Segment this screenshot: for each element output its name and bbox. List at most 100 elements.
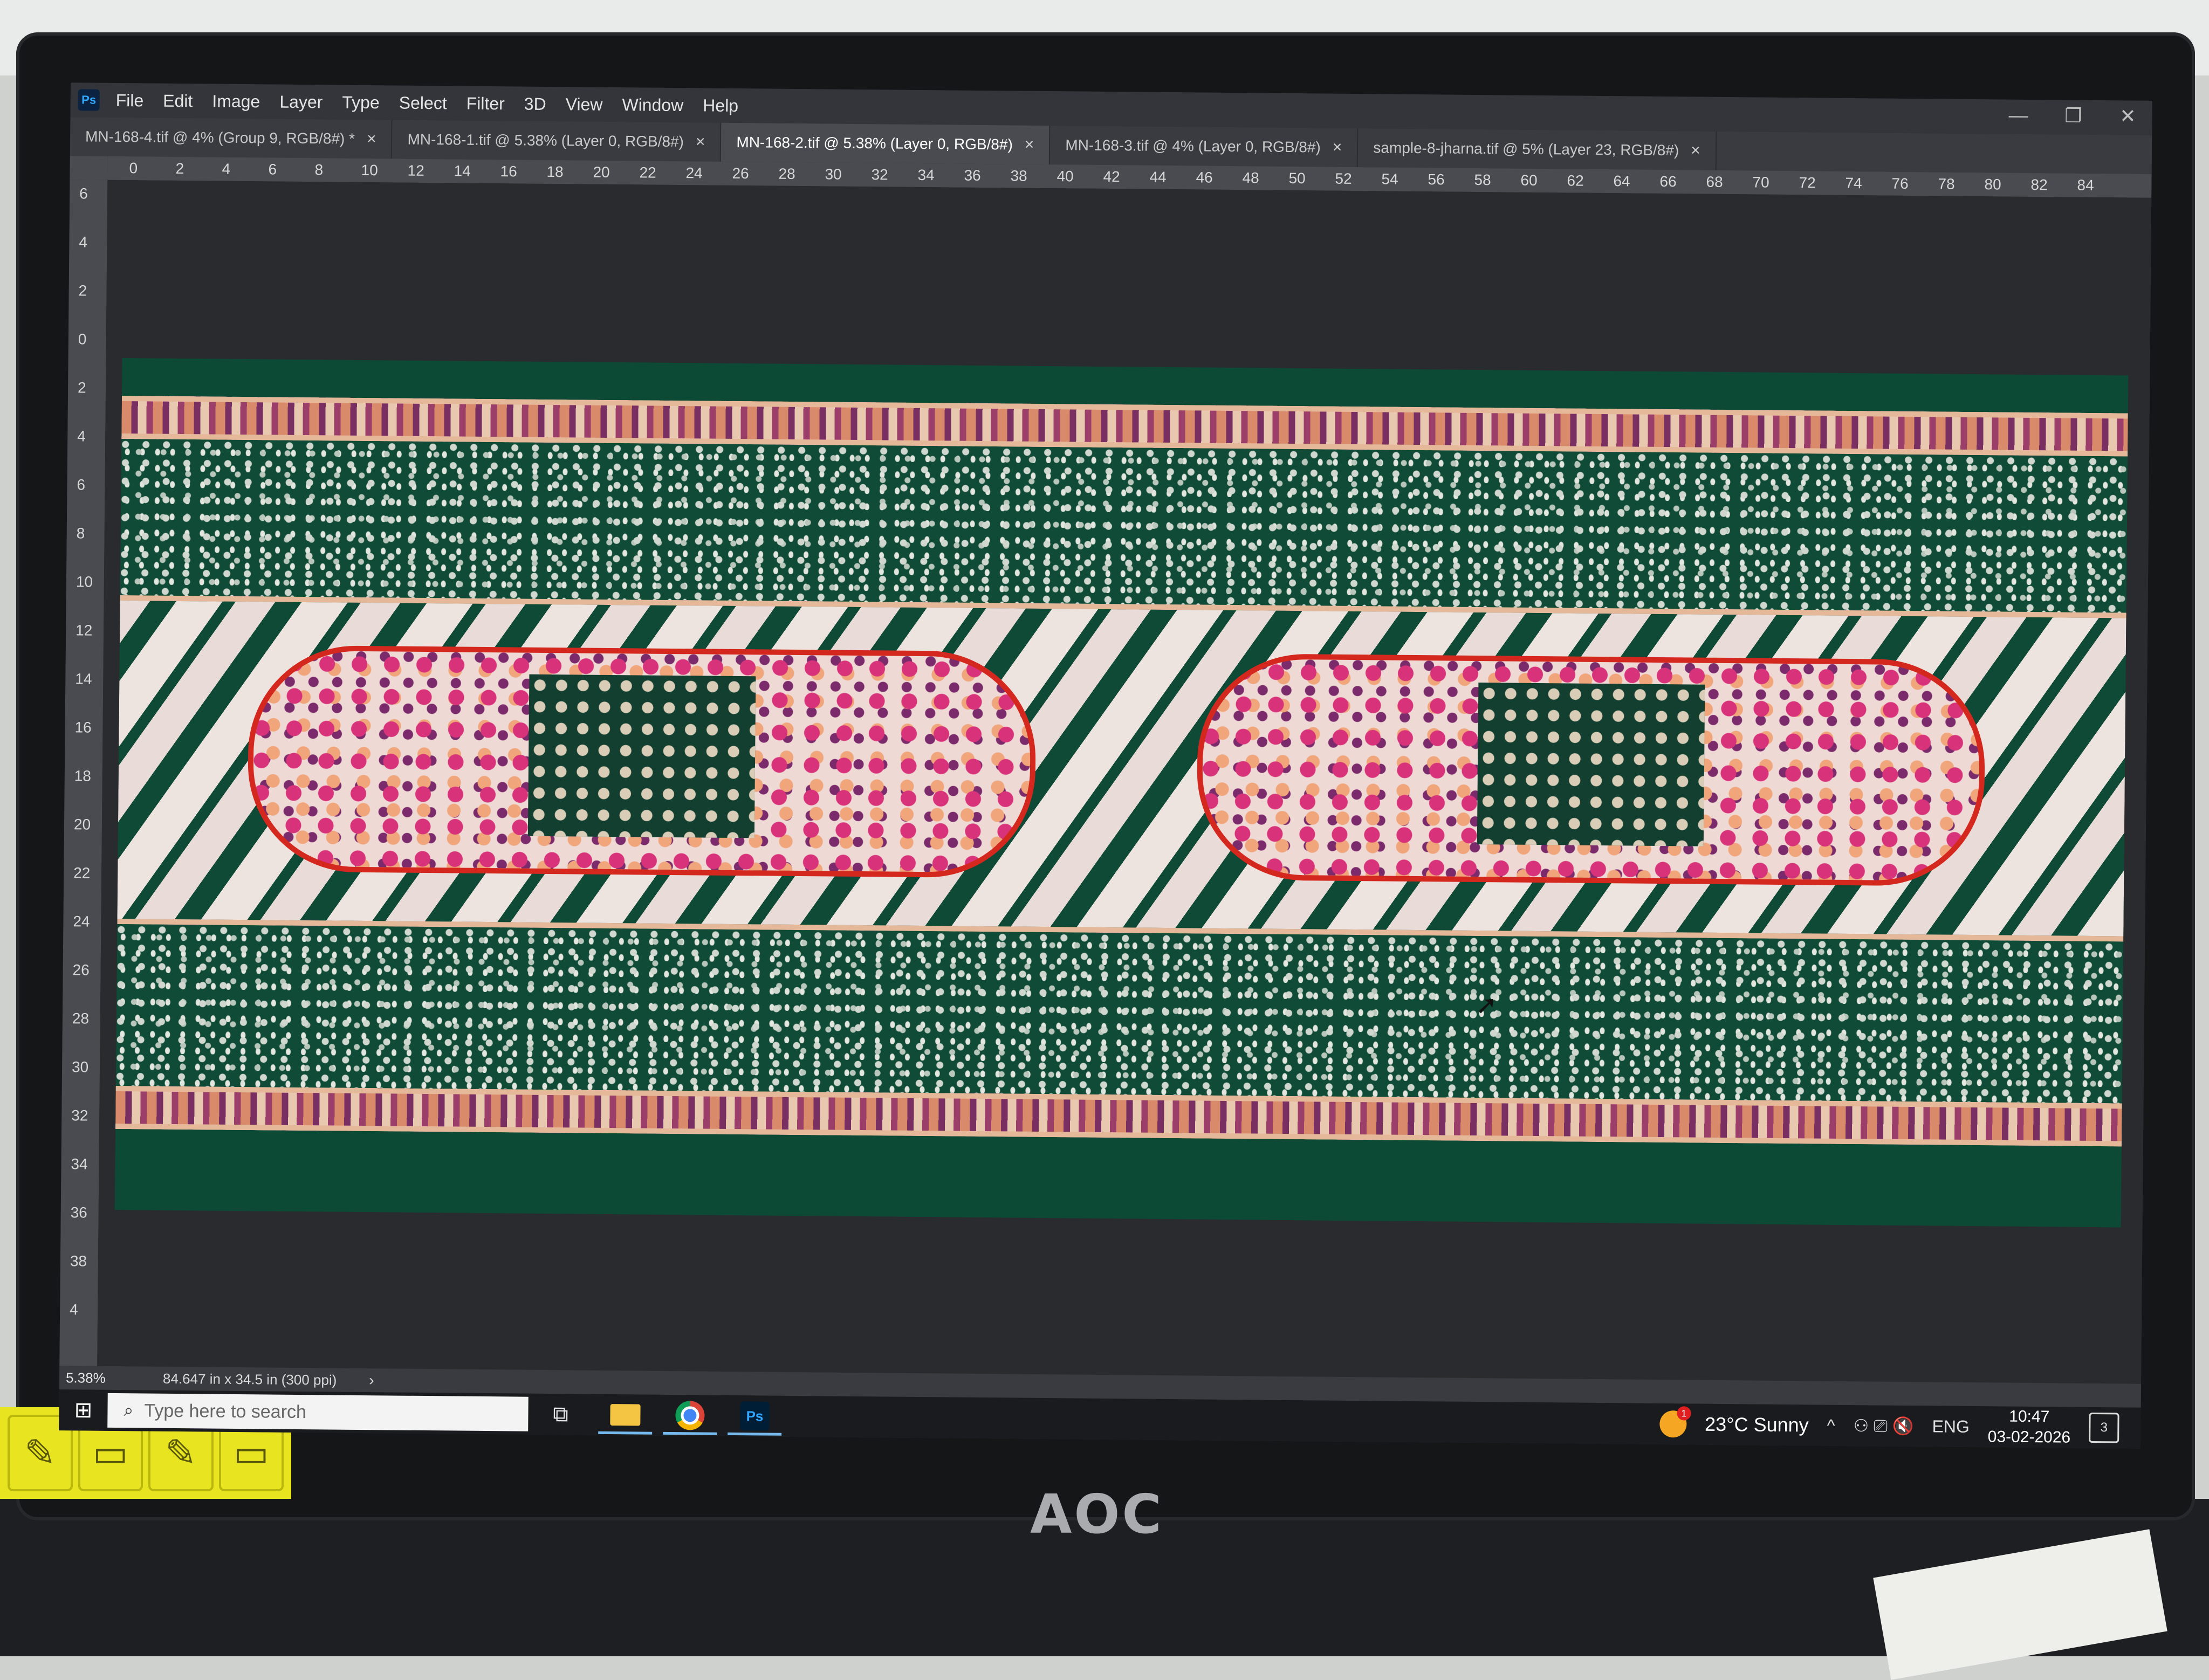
ruler-tick-label: 76 bbox=[1891, 175, 1909, 192]
ruler-tick-label: 74 bbox=[1845, 174, 1862, 192]
weather-sun-icon[interactable]: 1 bbox=[1659, 1406, 1691, 1438]
ruler-tick-label: 2 bbox=[78, 282, 87, 299]
ruler-tick-label: 62 bbox=[1567, 172, 1584, 189]
file-explorer-button[interactable] bbox=[593, 1394, 658, 1436]
ruler-tick-label: 72 bbox=[1799, 174, 1816, 191]
clock-time: 10:47 bbox=[2009, 1407, 2050, 1426]
ruler-tick-label: 4 bbox=[77, 428, 86, 445]
ruler-tick-label: 14 bbox=[75, 670, 92, 687]
windows-start-icon[interactable]: ⊞ bbox=[59, 1389, 108, 1431]
ruler-tick-label: 12 bbox=[407, 162, 424, 179]
tray-chevron-icon[interactable]: ^ bbox=[1827, 1415, 1835, 1435]
zoom-level[interactable]: 5.38% bbox=[59, 1369, 141, 1387]
menu-image[interactable]: Image bbox=[212, 91, 260, 112]
ruler-tick-label: 20 bbox=[593, 163, 610, 181]
tray-status-icons[interactable]: ⚇ ⎚ 🔇 bbox=[1853, 1415, 1913, 1437]
ruler-tick-label: 80 bbox=[1984, 176, 2001, 193]
clock[interactable]: 10:47 03-02-2026 bbox=[1988, 1406, 2071, 1448]
task-view-icon: ⧉ bbox=[552, 1402, 568, 1426]
menu-file[interactable]: File bbox=[116, 90, 144, 110]
menu-edit[interactable]: Edit bbox=[163, 91, 193, 111]
ruler-tick-label: 56 bbox=[1428, 171, 1445, 188]
ruler-tick-label: 8 bbox=[314, 161, 324, 178]
photoshop-taskbar-button[interactable]: Ps bbox=[722, 1395, 787, 1437]
document-canvas[interactable]: ➚ bbox=[114, 358, 2129, 1228]
ruler-tick-label: 60 bbox=[1520, 171, 1538, 189]
menu-layer[interactable]: Layer bbox=[279, 92, 323, 112]
bottom-green-margin bbox=[114, 1129, 2122, 1228]
ruler-tick-label: 50 bbox=[1288, 169, 1306, 187]
tab-mn-168-1[interactable]: MN-168-1.tif @ 5.38% (Layer 0, RGB/8#) × bbox=[392, 120, 722, 162]
menu-window[interactable]: Window bbox=[622, 95, 683, 115]
photoshop-logo-icon: Ps bbox=[78, 89, 100, 111]
tab-mn-168-2[interactable]: MN-168-2.tif @ 5.38% (Layer 0, RGB/8#) × bbox=[721, 122, 1051, 165]
ruler-tick-label: 18 bbox=[546, 163, 564, 181]
ruler-tick-label: 16 bbox=[74, 719, 92, 736]
bottom-floral-band bbox=[115, 924, 2124, 1104]
close-tab-icon[interactable]: × bbox=[367, 130, 376, 148]
menu-type[interactable]: Type bbox=[342, 92, 380, 113]
tab-label: MN-168-4.tif @ 4% (Group 9, RGB/8#) * bbox=[85, 128, 355, 147]
clock-date: 03-02-2026 bbox=[1987, 1428, 2071, 1447]
menu-help[interactable]: Help bbox=[703, 95, 738, 116]
task-view-button[interactable]: ⧉ bbox=[528, 1394, 593, 1435]
ruler-tick-label: 70 bbox=[1752, 174, 1769, 191]
ruler-tick-label: 36 bbox=[964, 167, 981, 184]
ruler-tick-label: 0 bbox=[78, 331, 87, 348]
menu-view[interactable]: View bbox=[566, 94, 603, 115]
diagonal-stripe-band bbox=[117, 601, 2126, 937]
ruler-tick-label: 42 bbox=[1103, 168, 1120, 185]
right-medallion-core bbox=[1477, 683, 1705, 846]
ruler-tick-label: 2 bbox=[77, 379, 86, 396]
tab-mn-168-4[interactable]: MN-168-4.tif @ 4% (Group 9, RGB/8#) * × bbox=[70, 117, 393, 159]
close-tab-icon[interactable]: × bbox=[696, 133, 705, 151]
ruler-tick-label: 34 bbox=[917, 166, 935, 184]
ruler-tick-label: 22 bbox=[73, 864, 91, 882]
ruler-tick-label: 6 bbox=[268, 161, 277, 178]
weather-text[interactable]: 23°C Sunny bbox=[1705, 1413, 1809, 1437]
tab-label: sample-8-jharna.tif @ 5% (Layer 23, RGB/… bbox=[1373, 139, 1679, 159]
search-placeholder: Type here to search bbox=[144, 1400, 307, 1422]
menu-3d[interactable]: 3D bbox=[524, 94, 546, 114]
document-info: 84.647 in x 34.5 in (300 ppi) bbox=[162, 1370, 337, 1388]
chrome-button[interactable] bbox=[657, 1395, 723, 1436]
tab-sample-8-jharna[interactable]: sample-8-jharna.tif @ 5% (Layer 23, RGB/… bbox=[1358, 128, 1717, 170]
ruler-tick-label: 38 bbox=[1010, 167, 1027, 184]
menu-filter[interactable]: Filter bbox=[467, 93, 505, 114]
weather-badge: 1 bbox=[1677, 1406, 1691, 1421]
ruler-tick-label: 16 bbox=[500, 163, 517, 180]
left-medallion-core bbox=[527, 674, 756, 838]
ruler-tick-label: 30 bbox=[71, 1058, 89, 1076]
ruler-tick-label: 24 bbox=[685, 164, 703, 182]
ruler-tick-label: 22 bbox=[639, 164, 656, 181]
notifications-icon[interactable]: 3 bbox=[2089, 1412, 2119, 1443]
ruler-tick-label: 28 bbox=[778, 165, 795, 182]
restore-icon[interactable]: ❐ bbox=[2064, 104, 2082, 127]
canvas-area[interactable]: ➚ bbox=[97, 180, 2152, 1384]
top-floral-band bbox=[120, 439, 2128, 613]
status-menu-arrow-icon[interactable]: › bbox=[369, 1372, 374, 1389]
close-tab-icon[interactable]: × bbox=[1691, 141, 1700, 160]
ruler-tick-label: 4 bbox=[222, 160, 231, 177]
ruler-tick-label: 66 bbox=[1659, 173, 1677, 190]
taskbar-search-input[interactable]: ⌕ Type here to search bbox=[107, 1393, 529, 1431]
tab-mn-168-3[interactable]: MN-168-3.tif @ 4% (Layer 0, RGB/8#) × bbox=[1050, 126, 1359, 168]
language-indicator[interactable]: ENG bbox=[1932, 1416, 1970, 1437]
ruler-tick-label: 52 bbox=[1335, 170, 1352, 187]
minimize-icon[interactable]: — bbox=[2008, 104, 2028, 127]
ruler-tick-label: 32 bbox=[871, 166, 888, 183]
ruler-tick-label: 20 bbox=[73, 816, 91, 833]
ruler-tick-label: 8 bbox=[76, 525, 85, 542]
close-tab-icon[interactable]: × bbox=[1025, 136, 1034, 154]
ruler-tick-label: 84 bbox=[2077, 176, 2094, 194]
screen: Ps File Edit Image Layer Type Select Fil… bbox=[59, 82, 2152, 1449]
ruler-tick-label: 30 bbox=[825, 166, 842, 183]
ruler-tick-label: 34 bbox=[71, 1155, 88, 1173]
close-tab-icon[interactable]: × bbox=[1333, 139, 1342, 157]
search-icon: ⌕ bbox=[124, 1400, 134, 1420]
menu-select[interactable]: Select bbox=[399, 93, 447, 113]
ruler-tick-label: 4 bbox=[69, 1301, 78, 1318]
close-window-icon[interactable]: ✕ bbox=[2119, 105, 2136, 127]
ruler-tick-label: 26 bbox=[732, 164, 749, 182]
system-tray: 1 23°C Sunny ^ ⚇ ⎚ 🔇 ENG 10:47 03-02-202… bbox=[1659, 1403, 2141, 1449]
